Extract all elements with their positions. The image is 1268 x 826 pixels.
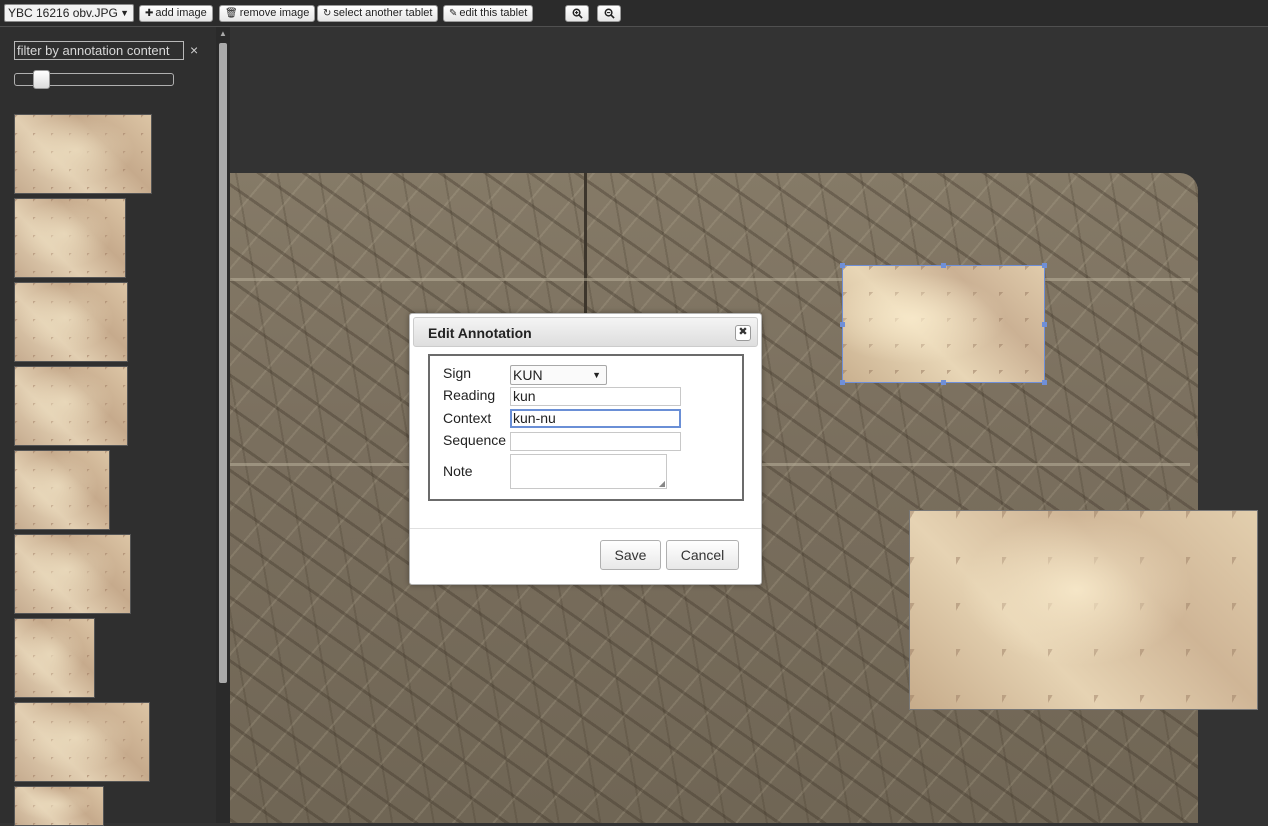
- edit-tablet-button[interactable]: ✎ edit this tablet: [443, 5, 534, 22]
- zoom-out-icon: [604, 8, 615, 19]
- context-field[interactable]: kun-nu: [510, 409, 681, 428]
- sidebar-scrollbar[interactable]: ▲: [216, 27, 230, 823]
- trash-icon: 🗑: [225, 8, 238, 19]
- annotation-selection[interactable]: [840, 263, 1047, 385]
- resize-handle[interactable]: [840, 263, 845, 268]
- dialog-divider: [410, 528, 761, 529]
- add-image-label: add image: [155, 7, 207, 19]
- remove-image-button[interactable]: 🗑 remove image: [219, 5, 316, 22]
- refresh-icon: ↻: [323, 8, 332, 19]
- save-button[interactable]: Save: [600, 540, 661, 570]
- annotation-thumbnail[interactable]: [14, 618, 95, 698]
- close-icon[interactable]: ✖: [735, 325, 751, 341]
- toolbar: YBC 16216 obv.JPG ▼ ✚ add image 🗑 remove i…: [0, 0, 1268, 27]
- annotation-thumbnail[interactable]: [14, 114, 152, 194]
- edit-annotation-dialog: Edit Annotation ✖ Sign KUN ▼ Reading kun…: [409, 313, 762, 585]
- slider-handle[interactable]: [33, 70, 50, 89]
- zoom-in-button[interactable]: [565, 5, 589, 22]
- select-tablet-button[interactable]: ↻ select another tablet: [317, 5, 439, 22]
- edit-tablet-label: edit this tablet: [459, 7, 528, 19]
- clear-filter-icon[interactable]: ×: [190, 43, 198, 57]
- plus-icon: ✚: [145, 8, 154, 19]
- tablet-line-rule: [230, 278, 1190, 281]
- reading-field[interactable]: kun: [510, 387, 681, 406]
- filter-placeholder: filter by annotation content: [17, 43, 170, 58]
- chevron-down-icon: ▼: [120, 8, 129, 18]
- annotation-thumbnail[interactable]: [14, 282, 128, 362]
- annotation-thumbnail[interactable]: [14, 786, 104, 826]
- annotation-thumbnail[interactable]: [14, 366, 128, 446]
- annotation-thumbnail[interactable]: [14, 198, 126, 278]
- annotation-form: Sign KUN ▼ Reading kun Context kun-nu Se…: [428, 354, 744, 501]
- chevron-down-icon: ▼: [592, 370, 601, 380]
- annotation-thumbnail[interactable]: [14, 450, 110, 530]
- note-textarea[interactable]: ◢: [510, 454, 667, 489]
- dialog-title: Edit Annotation: [428, 325, 532, 341]
- reading-label: Reading: [443, 387, 496, 403]
- resize-handle[interactable]: [1042, 263, 1047, 268]
- resize-handle[interactable]: [840, 380, 845, 385]
- annotation-thumbnail[interactable]: [14, 534, 131, 614]
- thumbnail-size-slider[interactable]: [14, 70, 174, 89]
- resize-grip-icon[interactable]: ◢: [659, 480, 665, 488]
- resize-handle[interactable]: [941, 263, 946, 268]
- sequence-field[interactable]: [510, 432, 681, 451]
- zoom-out-button[interactable]: [597, 5, 621, 22]
- add-image-button[interactable]: ✚ add image: [139, 5, 213, 22]
- sign-select[interactable]: KUN ▼: [510, 365, 607, 385]
- image-select-value: YBC 16216 obv.JPG: [8, 6, 118, 20]
- scrollbar-thumb[interactable]: [219, 43, 227, 683]
- select-tablet-label: select another tablet: [333, 7, 433, 19]
- sequence-label: Sequence: [443, 432, 507, 448]
- note-label: Note: [443, 463, 473, 479]
- resize-handle[interactable]: [1042, 380, 1047, 385]
- context-label: Context: [443, 410, 492, 426]
- annotation-preview-image: [909, 510, 1258, 710]
- zoom-in-icon: [572, 8, 583, 19]
- remove-image-label: remove image: [239, 7, 310, 19]
- image-select[interactable]: YBC 16216 obv.JPG ▼: [4, 4, 134, 22]
- resize-handle[interactable]: [941, 380, 946, 385]
- pencil-icon: ✎: [449, 8, 458, 19]
- resize-handle[interactable]: [1042, 322, 1047, 327]
- sidebar: filter by annotation content ×: [0, 27, 230, 826]
- dialog-header[interactable]: Edit Annotation ✖: [413, 317, 758, 347]
- cancel-button[interactable]: Cancel: [666, 540, 739, 570]
- sign-select-value: KUN: [513, 367, 543, 383]
- annotation-thumbnail[interactable]: [14, 702, 150, 782]
- resize-handle[interactable]: [840, 322, 845, 327]
- sign-label: Sign: [443, 365, 472, 381]
- filter-input[interactable]: filter by annotation content: [14, 41, 184, 60]
- scroll-up-icon[interactable]: ▲: [219, 30, 227, 38]
